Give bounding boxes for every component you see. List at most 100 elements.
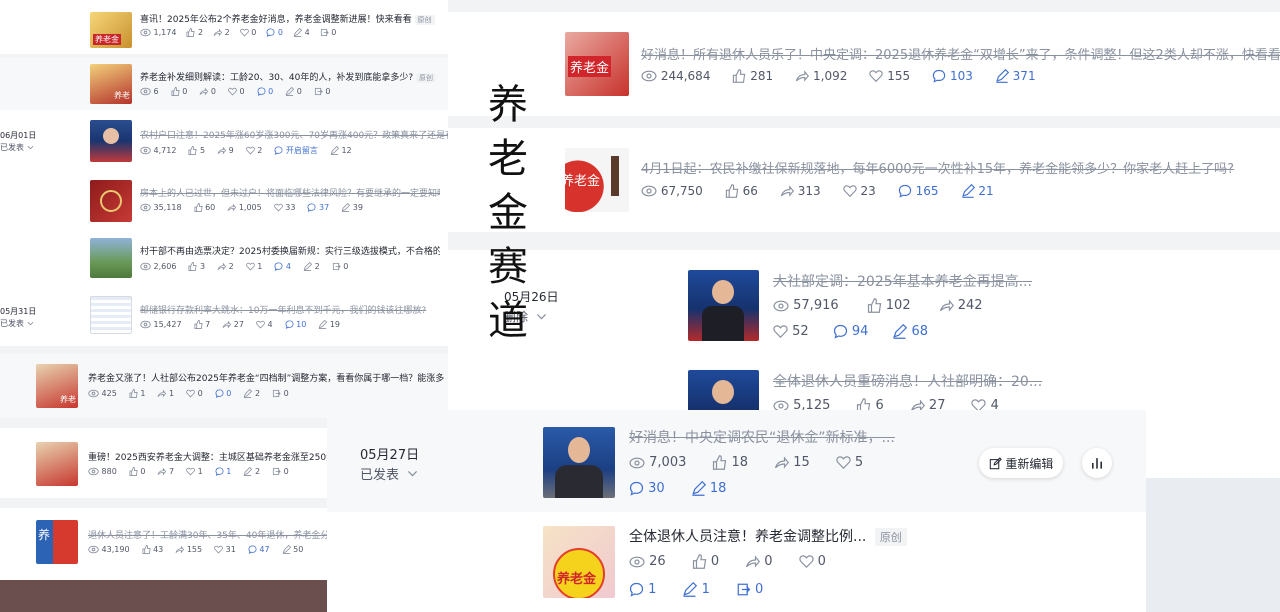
thumbnail: 养老金 xyxy=(565,32,629,96)
open-comments-button[interactable]: 开启留言 xyxy=(274,145,318,156)
favs-stat: 4 xyxy=(256,320,273,329)
thumb-up-icon xyxy=(713,455,727,470)
share-icon xyxy=(213,28,223,37)
thumbnail xyxy=(90,120,132,162)
list-item[interactable]: 养老 养老金又涨了！人社部公布2025年养老金“四档制”调整方案，看看你属于哪一… xyxy=(0,354,448,418)
thumb-up-icon xyxy=(188,146,198,155)
item-title[interactable]: 村干部不再由选票决定？2025村委换届新规：实行三级选拔模式，不合格的就下马! xyxy=(140,244,440,257)
likes-stat: 0 xyxy=(129,467,145,476)
eye-icon xyxy=(629,457,645,468)
views-stat: 425 xyxy=(88,389,117,398)
shares-stat: 242 xyxy=(939,298,983,313)
thumb-up-icon xyxy=(867,298,881,313)
comments-stat[interactable]: 47 xyxy=(248,545,270,554)
notes-stat: 0 xyxy=(285,87,302,96)
item-title[interactable]: 重磅！2025西安养老金大调整：主城区基础养老金涨至250元，郊 xyxy=(88,450,328,463)
right-content-panel: 养老金 好消息！所有退休人员乐了！中央定调：2025退休养老金“双增长”来了，条… xyxy=(448,0,1280,250)
comments-stat[interactable]: 37 xyxy=(307,203,329,212)
thumb-label: 养老金 xyxy=(93,34,121,45)
item-title[interactable]: 喜讯！2025年公布2个养老金好消息，养老金调整新进展！快来看看 原创 xyxy=(140,12,440,25)
comments-stat[interactable]: 103 xyxy=(932,69,973,83)
list-item[interactable]: 大社部定调：2025年基本养老金再提高... 57,916 102 242 52… xyxy=(468,262,1280,362)
bar-chart-icon xyxy=(1092,458,1102,469)
heart-icon xyxy=(836,456,851,470)
list-item[interactable]: 05月27日 已发表 好消息！中央定调农民“退休金”新标准，... 7,003 … xyxy=(327,410,1146,512)
overlay-title-char: 养 xyxy=(488,82,528,128)
list-item[interactable]: 养老金 好消息！所有退休人员乐了！中央定调：2025退休养老金“双增长”来了，条… xyxy=(448,12,1280,116)
comments-stat[interactable]: 1 xyxy=(629,582,656,597)
item-title[interactable]: 养老金补发细则解读：工龄20、30、40年的人，补发到底能拿多少? 原创 xyxy=(140,70,440,83)
pen-icon xyxy=(285,87,295,96)
item-title[interactable]: 4月1日起：农民补缴社保新规落地，每年6000元一次性补15年，养老金能领多少？… xyxy=(641,158,1280,177)
item-title[interactable]: 大社部定调：2025年基本养老金再提高... xyxy=(773,271,1173,291)
repost-icon xyxy=(272,389,281,398)
item-stats: 35,118 60 1,005 33 37 39 xyxy=(140,203,363,212)
item-stats: 15,427 7 27 4 10 19 xyxy=(140,320,340,329)
comments-stat[interactable]: 0 xyxy=(257,87,273,96)
background-area xyxy=(1146,478,1280,612)
pen-icon xyxy=(961,184,975,198)
comments-stat[interactable]: 4 xyxy=(274,262,291,271)
publish-status[interactable]: 已发表 xyxy=(0,318,34,329)
item-title[interactable]: 农村户口注意！2025年涨60岁涨300元、70岁再涨400元？政策真来了还是有… xyxy=(140,128,448,141)
pen-icon xyxy=(293,28,303,37)
shares-stat: 7 xyxy=(157,467,174,476)
comments-stat[interactable]: 0 xyxy=(215,389,231,398)
likes-stat: 102 xyxy=(867,298,911,313)
favs-stat: 155 xyxy=(869,69,910,83)
comments-stat[interactable]: 165 xyxy=(898,184,939,198)
notes-stat: 2 xyxy=(303,262,320,271)
item-title[interactable]: 邮储银行存款利率大跳水：10万一年利息不到千元，我们的钱该往哪放? xyxy=(140,303,440,316)
shares-stat: 1,005 xyxy=(227,203,262,212)
item-title[interactable]: 好消息！中央定调农民“退休金”新标准，... xyxy=(629,427,959,447)
publish-date: 05月27日 xyxy=(360,448,420,463)
thumbnail xyxy=(543,427,615,498)
item-title[interactable]: 全体退休人员重磅消息！人社部明确：20... xyxy=(773,371,1173,391)
list-item[interactable]: 05月31日 已发表 邮储银行存款利率大跳水：10万一年利息不到千元，我们的钱该… xyxy=(0,292,448,346)
comments-stat[interactable]: 0 xyxy=(266,28,283,37)
views-stat: 26 xyxy=(629,554,666,569)
comments-stat[interactable]: 10 xyxy=(285,320,306,329)
comments-stat[interactable]: 30 xyxy=(629,481,665,496)
chevron-down-icon xyxy=(27,145,33,150)
share-icon xyxy=(157,467,167,476)
pen-icon xyxy=(244,389,253,398)
comments-stat[interactable]: 1 xyxy=(215,467,231,476)
pen-icon xyxy=(244,467,253,476)
comment-icon xyxy=(629,582,644,597)
list-item[interactable]: 养老金 全体退休人员注意！养老金调整比例... 原创 26 0 0 0 1 1 … xyxy=(327,512,1146,612)
publish-status[interactable]: 已发表 xyxy=(360,464,418,483)
re-edit-button[interactable]: 重新编辑 xyxy=(979,448,1063,478)
list-item[interactable]: 养老 养老金补发细则解读：工龄20、30、40年的人，补发到底能拿多少? 原创 … xyxy=(0,58,448,110)
favs-stat: 5 xyxy=(836,455,863,470)
item-title[interactable]: 全体退休人员注意！养老金调整比例... 原创 xyxy=(629,526,989,546)
list-item[interactable]: 06月01日 已发表 农村户口注意！2025年涨60岁涨300元、70岁再涨40… xyxy=(0,114,448,170)
item-title[interactable]: 退休人员注意了！工龄满30年、35年、40年退休，养老金分别 xyxy=(88,528,328,541)
heart-icon xyxy=(869,70,884,83)
list-item[interactable]: 养老金 4月1日起：农民补缴社保新规落地，每年6000元一次性补15年，养老金能… xyxy=(448,128,1280,232)
overlay-title-char: 道 xyxy=(488,298,528,344)
thumbnail xyxy=(688,270,759,341)
notes-stat: 50 xyxy=(282,545,303,554)
shares-stat: 0 xyxy=(745,554,773,569)
item-title[interactable]: 房本上的人已过世，但未过户！将面临哪些法律风险？有要继承的一定要知晓！ xyxy=(140,186,440,199)
item-title[interactable]: 好消息！所有退休人员乐了！中央定调：2025退休养老金“双增长”来了，条件调整！… xyxy=(641,44,1280,63)
item-stats: 244,684 281 1,092 155 103 371 xyxy=(641,69,1036,83)
comment-icon xyxy=(932,69,946,83)
analytics-button[interactable] xyxy=(1082,448,1112,478)
list-item[interactable]: 养老金 喜讯！2025年公布2个养老金好消息，养老金调整新进展！快来看看 原创 … xyxy=(0,6,448,56)
item-stats: 2,606 3 2 1 4 2 0 xyxy=(140,262,348,271)
heart-icon xyxy=(239,28,249,37)
list-item[interactable]: 房本上的人已过世，但未过户！将面临哪些法律风险？有要继承的一定要知晓！ 35,1… xyxy=(0,174,448,230)
likes-stat: 281 xyxy=(732,69,773,83)
original-tag: 原创 xyxy=(416,73,437,83)
publish-status[interactable]: 已发表 xyxy=(0,142,34,153)
thumbnail xyxy=(90,180,132,222)
list-item[interactable]: 村干部不再由选票决定？2025村委换届新规：实行三级选拔模式，不合格的就下马! … xyxy=(0,232,448,288)
views-stat: 880 xyxy=(88,467,117,476)
comment-icon xyxy=(898,184,911,198)
reposts-stat: 0 xyxy=(314,87,330,96)
comments-stat[interactable]: 94 xyxy=(833,324,868,339)
item-title[interactable]: 养老金又涨了！人社部公布2025年养老金“四档制”调整方案，看看你属于哪一档？能… xyxy=(88,371,444,384)
reposts-stat: 0 xyxy=(272,467,289,476)
